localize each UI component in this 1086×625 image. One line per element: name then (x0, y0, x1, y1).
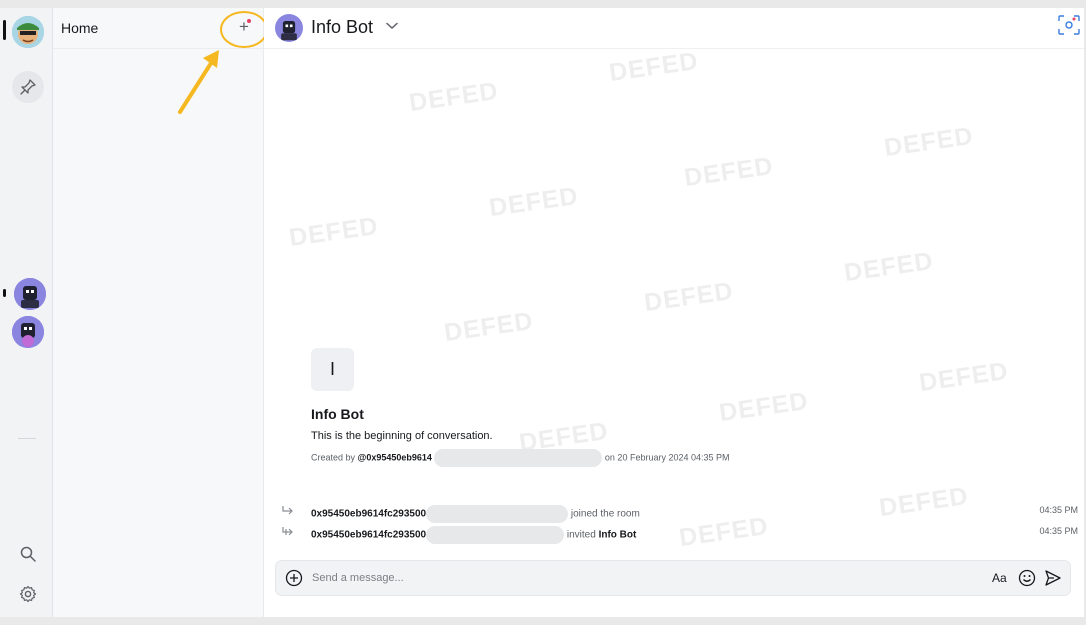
message-composer: Send a message... Aa (275, 560, 1071, 596)
watermark: DEFED (487, 181, 581, 223)
gear-icon (19, 585, 37, 603)
invite-arrow-icon (282, 527, 293, 536)
event-time: 04:35 PM (1039, 505, 1078, 515)
user-avatar[interactable] (12, 16, 44, 48)
chevron-down-icon[interactable] (386, 22, 398, 30)
watermark: DEFED (287, 211, 381, 253)
created-date: on 20 February 2024 04:35 PM (604, 452, 730, 463)
intro-room-name: Info Bot (311, 406, 364, 422)
room-list-panel: Home + (53, 8, 268, 617)
format-button[interactable]: Aa (992, 571, 1007, 585)
watermark: DEFED (682, 151, 776, 193)
scan-icon[interactable] (1056, 13, 1082, 37)
timeline-event: 0x95450eb9614fc293500 invited Info Bot 0… (264, 523, 1084, 544)
intro-subtitle: This is the beginning of conversation. (311, 430, 493, 442)
event-user[interactable]: 0x95450eb9614fc293500 (311, 509, 426, 520)
created-by-user[interactable]: @0x95450eb9614 (358, 452, 432, 462)
event-target[interactable]: Info Bot (599, 530, 637, 541)
unread-indicator (3, 289, 6, 297)
room-title[interactable]: Info Bot (311, 17, 373, 38)
pin-icon (20, 79, 36, 95)
intro-created-line: Created by @0x95450eb9614 on 20 February… (311, 449, 730, 467)
search-button[interactable] (12, 538, 44, 570)
app-window: Home + Info Bot DEFED DEFED DEFED DEFED … (0, 8, 1084, 617)
send-icon[interactable] (1044, 569, 1062, 587)
search-icon (20, 546, 36, 562)
settings-button[interactable] (12, 578, 44, 610)
home-title: Home (61, 20, 99, 36)
redacted-bar (426, 505, 569, 523)
event-user[interactable]: 0x95450eb9614fc293500 (311, 530, 426, 541)
room-header: Info Bot (264, 8, 1084, 49)
event-action: joined the room (570, 508, 640, 520)
watermark: DEFED (442, 306, 536, 348)
annotation-arrow-icon (178, 50, 219, 114)
created-prefix: Created by (311, 452, 356, 463)
add-circle-icon[interactable] (285, 569, 303, 587)
intro-avatar: I (311, 348, 354, 391)
redacted-bar (426, 526, 565, 544)
event-text: 0x95450eb9614fc293500 joined the room (311, 505, 640, 523)
watermark: DEFED (607, 46, 701, 88)
bot-avatar-2[interactable] (12, 316, 44, 348)
event-action: invited (566, 529, 596, 541)
event-text: 0x95450eb9614fc293500 invited Info Bot (311, 526, 636, 544)
watermark: DEFED (882, 121, 976, 163)
join-arrow-icon (282, 506, 293, 515)
watermark: DEFED (842, 246, 936, 288)
room-list-header: Home + (53, 8, 268, 49)
explore-button[interactable] (12, 71, 44, 103)
active-indicator (3, 20, 6, 40)
watermark: DEFED (642, 276, 736, 318)
watermark: DEFED (717, 386, 811, 428)
room-view: Info Bot DEFED DEFED DEFED DEFED DEFED D… (264, 8, 1084, 617)
redacted-bar (434, 449, 603, 467)
timeline-event: 0x95450eb9614fc293500 joined the room 04… (264, 502, 1084, 523)
message-input[interactable]: Send a message... (312, 572, 404, 584)
emoji-icon[interactable] (1018, 569, 1036, 587)
watermark: DEFED (917, 356, 1011, 398)
watermark: DEFED (407, 76, 501, 118)
rail-divider (18, 438, 36, 439)
room-avatar[interactable] (275, 14, 303, 42)
bot-avatar[interactable] (14, 278, 46, 310)
spaces-rail (0, 8, 53, 617)
event-time: 04:35 PM (1039, 526, 1078, 536)
highlight-ring (220, 11, 268, 48)
